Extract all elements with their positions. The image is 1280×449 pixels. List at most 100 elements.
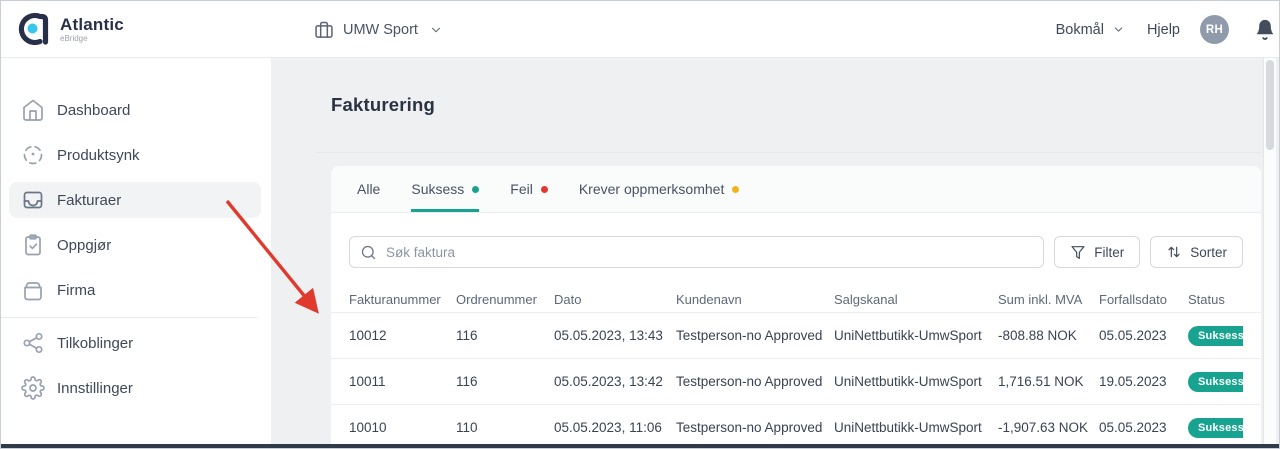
bottom-edge-bar [1, 444, 1279, 448]
cell-forfallsdato: 05.05.2023 [1099, 328, 1188, 343]
search-icon [360, 244, 377, 261]
vertical-scrollbar[interactable] [1263, 58, 1276, 444]
cell-kundenavn: Testperson-no Approved [676, 374, 834, 389]
cell-salgskanal: UniNettbutikk-UmwSport [834, 328, 998, 343]
table-row[interactable]: 10011 116 05.05.2023, 13:42 Testperson-n… [331, 359, 1261, 405]
main-content: Fakturering Alle Suksess Feil Krever opp… [271, 58, 1279, 448]
brand-logo[interactable]: Atlantic eBridge [15, 9, 124, 49]
sidebar-item-label: Innstillinger [57, 380, 133, 397]
home-icon [21, 98, 45, 122]
chevron-down-icon [429, 23, 443, 37]
avatar[interactable]: RH [1200, 15, 1229, 44]
cell-ordrenummer: 116 [456, 374, 554, 389]
cell-fakturanummer: 10010 [349, 420, 456, 435]
gear-icon [21, 376, 45, 400]
store-selector[interactable]: UMW Sport [314, 1, 443, 58]
cell-ordrenummer: 116 [456, 328, 554, 343]
tab-label: Krever oppmerksomhet [579, 181, 725, 197]
sidebar-item-firma[interactable]: Firma [9, 272, 261, 308]
clipboard-check-icon [21, 233, 45, 257]
tab-alle[interactable]: Alle [357, 166, 380, 212]
language-label: Bokmål [1056, 22, 1104, 38]
cell-ordrenummer: 110 [456, 420, 554, 435]
scrollbar-thumb[interactable] [1266, 60, 1274, 150]
briefcase-icon [314, 20, 334, 40]
store-selector-label: UMW Sport [343, 22, 418, 38]
filter-button[interactable]: Filter [1054, 236, 1140, 268]
search-input[interactable] [386, 245, 1033, 260]
share-icon [21, 331, 45, 355]
sidebar-item-label: Produktsynk [57, 147, 140, 164]
help-link[interactable]: Hjelp [1147, 22, 1180, 38]
col-dato: Dato [554, 292, 676, 307]
funnel-icon [1070, 244, 1086, 260]
cell-dato: 05.05.2023, 13:43 [554, 328, 676, 343]
language-selector[interactable]: Bokmål [1056, 22, 1125, 38]
filter-button-label: Filter [1094, 245, 1124, 260]
status-badge: Suksess [1188, 326, 1243, 346]
sidebar-item-innstillinger[interactable]: Innstillinger [9, 370, 261, 406]
tab-krever-oppmerksomhet[interactable]: Krever oppmerksomhet [579, 166, 740, 212]
table-row[interactable]: 10012 116 05.05.2023, 13:43 Testperson-n… [331, 313, 1261, 359]
col-salgskanal: Salgskanal [834, 292, 998, 307]
cell-fakturanummer: 10011 [349, 374, 456, 389]
tab-label: Suksess [411, 181, 464, 197]
atlantic-logo-icon [15, 9, 55, 49]
sidebar-item-tilkoblinger[interactable]: Tilkoblinger [9, 325, 261, 361]
warning-dot-icon [732, 186, 739, 193]
sort-button-label: Sorter [1190, 245, 1227, 260]
sidebar-nav: Dashboard Produktsynk Fakturaer Oppgjør [1, 58, 271, 448]
status-tabs: Alle Suksess Feil Krever oppmerksomhet [331, 166, 1261, 213]
status-badge: Suksess [1188, 372, 1243, 392]
sidebar-item-dashboard[interactable]: Dashboard [9, 92, 261, 128]
cell-forfallsdato: 05.05.2023 [1099, 420, 1188, 435]
page-title-band: Fakturering [316, 58, 1261, 153]
sidebar-item-fakturaer[interactable]: Fakturaer [9, 182, 261, 218]
col-fakturanummer: Fakturanummer [349, 292, 456, 307]
archive-icon [21, 278, 45, 302]
bell-icon[interactable] [1245, 18, 1280, 41]
cell-dato: 05.05.2023, 13:42 [554, 374, 676, 389]
top-header: Atlantic eBridge UMW Sport Bokmål Hjelp [1, 1, 1279, 58]
brand-name: Atlantic [60, 16, 124, 33]
cell-salgskanal: UniNettbutikk-UmwSport [834, 374, 998, 389]
chevron-down-icon [1112, 23, 1125, 36]
header-right-cluster: Bokmål Hjelp RH [1056, 1, 1280, 58]
table-header-row: Fakturanummer Ordrenummer Dato Kundenavn… [331, 286, 1261, 313]
cell-salgskanal: UniNettbutikk-UmwSport [834, 420, 998, 435]
tab-label: Feil [510, 181, 533, 197]
sidebar-item-label: Tilkoblinger [57, 335, 133, 352]
status-badge: Suksess [1188, 418, 1243, 438]
error-dot-icon [541, 186, 548, 193]
sidebar-divider [1, 317, 257, 318]
inbox-icon [21, 188, 45, 212]
sidebar-item-oppgjor[interactable]: Oppgjør [9, 227, 261, 263]
sync-icon [21, 143, 45, 167]
app-window: Atlantic eBridge UMW Sport Bokmål Hjelp [0, 0, 1280, 449]
cell-forfallsdato: 19.05.2023 [1099, 374, 1188, 389]
sidebar-item-label: Oppgjør [57, 237, 111, 254]
sidebar-item-label: Fakturaer [57, 192, 121, 209]
sidebar-item-label: Firma [57, 282, 95, 299]
tab-feil[interactable]: Feil [510, 166, 548, 212]
page-title: Fakturering [331, 94, 435, 116]
col-forfallsdato: Forfallsdato [1099, 292, 1188, 307]
invoice-card: Alle Suksess Feil Krever oppmerksomhet [331, 166, 1261, 449]
brand-subtitle: eBridge [60, 35, 124, 43]
sort-button[interactable]: Sorter [1150, 236, 1243, 268]
cell-kundenavn: Testperson-no Approved [676, 420, 834, 435]
success-dot-icon [472, 186, 479, 193]
col-kundenavn: Kundenavn [676, 292, 834, 307]
sort-arrows-icon [1166, 244, 1182, 260]
cell-sum: -808.88 NOK [998, 328, 1099, 343]
table-toolbar: Filter Sorter [331, 213, 1261, 286]
table-row[interactable]: 10010 110 05.05.2023, 11:06 Testperson-n… [331, 405, 1261, 449]
col-ordrenummer: Ordrenummer [456, 292, 554, 307]
sidebar-item-produktsynk[interactable]: Produktsynk [9, 137, 261, 173]
cell-sum: 1,716.51 NOK [998, 374, 1099, 389]
cell-fakturanummer: 10012 [349, 328, 456, 343]
col-sum: Sum inkl. MVA [998, 292, 1099, 307]
tab-suksess[interactable]: Suksess [411, 166, 479, 212]
cell-sum: -1,907.63 NOK [998, 420, 1099, 435]
sidebar-item-label: Dashboard [57, 102, 130, 119]
